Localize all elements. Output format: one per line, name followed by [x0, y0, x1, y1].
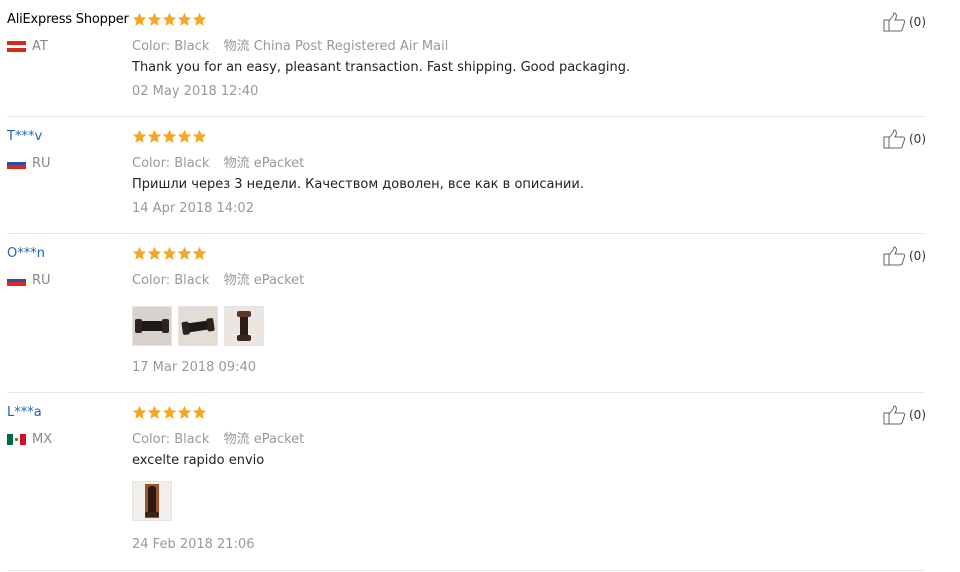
star-icon — [192, 405, 207, 419]
country-code: AT — [32, 38, 48, 54]
reviewer-name: T***v — [7, 129, 43, 144]
star-icon — [147, 246, 162, 260]
russia-flag-icon — [7, 157, 26, 169]
logistics-value: ePacket — [253, 156, 305, 171]
reviewer-country: MX — [7, 431, 53, 447]
helpful-count: (0) — [909, 408, 926, 422]
reviewer-name: O***n — [7, 246, 45, 261]
order-info: Color: Black 物流 China Post Registered Ai… — [132, 35, 448, 54]
review-photos — [132, 481, 172, 521]
star-icon — [177, 129, 192, 143]
star-rating — [132, 246, 207, 261]
color-label: Color: — [132, 432, 171, 447]
country-code: MX — [32, 431, 53, 447]
review-text: excelte rapido envio — [132, 453, 265, 468]
review-item: L***a MX Color: Black 物流 ePacket excelte… — [0, 393, 960, 571]
austria-flag-icon — [7, 40, 26, 52]
review-date: 02 May 2018 12:40 — [132, 84, 259, 99]
star-icon — [162, 129, 177, 143]
review-photo-thumbnail[interactable] — [178, 306, 218, 346]
helpful-count: (0) — [909, 132, 926, 146]
color-value: Black — [174, 156, 210, 171]
star-icon — [177, 405, 192, 419]
color-label: Color: — [132, 273, 171, 288]
order-info: Color: Black 物流 ePacket — [132, 428, 304, 447]
thumbs-up-icon — [883, 12, 906, 32]
review-text: Thank you for an easy, pleasant transact… — [132, 60, 631, 75]
order-info: Color: Black 物流 ePacket — [132, 152, 304, 171]
star-icon — [177, 246, 192, 260]
helpful-count: (0) — [909, 15, 926, 29]
star-icon — [147, 129, 162, 143]
thumbs-up-icon — [883, 405, 906, 425]
reviewer-name: L***a — [7, 405, 42, 420]
color-value: Black — [174, 273, 210, 288]
color-value: Black — [174, 39, 210, 54]
review-date: 24 Feb 2018 21:06 — [132, 537, 255, 552]
star-icon — [147, 405, 162, 419]
color-value: Black — [174, 432, 210, 447]
star-icon — [132, 246, 147, 260]
review-photo-thumbnail[interactable] — [224, 306, 264, 346]
reviewer-country: AT — [7, 38, 48, 54]
logistics-label: 物流 — [223, 273, 250, 288]
reviewer-country: RU — [7, 272, 51, 288]
review-item: T***v RU Color: Black 物流 ePacket Пришли … — [0, 117, 960, 234]
star-icon — [132, 405, 147, 419]
divider — [7, 570, 925, 571]
review-item: AliExpress Shopper AT Color: Black 物流 Ch… — [0, 0, 960, 117]
review-date: 17 Mar 2018 09:40 — [132, 360, 257, 375]
review-photo-thumbnail[interactable] — [132, 481, 172, 521]
star-rating — [132, 405, 207, 420]
thumbs-up-icon — [883, 246, 906, 266]
thumbs-up-icon — [883, 129, 906, 149]
order-info: Color: Black 物流 ePacket — [132, 269, 304, 288]
mexico-flag-icon — [7, 433, 26, 445]
logistics-label: 物流 — [223, 39, 250, 54]
star-icon — [162, 246, 177, 260]
star-icon — [177, 12, 192, 26]
review-photo-thumbnail[interactable] — [132, 306, 172, 346]
helpful-button[interactable]: (0) — [883, 246, 926, 266]
star-icon — [192, 129, 207, 143]
review-text: Пришли через 3 недели. Качеством доволен… — [132, 177, 585, 192]
star-icon — [162, 405, 177, 419]
helpful-button[interactable]: (0) — [883, 405, 926, 425]
logistics-label: 物流 — [223, 156, 250, 171]
logistics-value: ePacket — [253, 273, 305, 288]
star-icon — [192, 246, 207, 260]
helpful-button[interactable]: (0) — [883, 129, 926, 149]
russia-flag-icon — [7, 274, 26, 286]
color-label: Color: — [132, 39, 171, 54]
logistics-label: 物流 — [223, 432, 250, 447]
review-item: O***n RU Color: Black 物流 ePacket 17 Mar … — [0, 234, 960, 393]
logistics-value: China Post Registered Air Mail — [253, 39, 449, 54]
star-icon — [132, 12, 147, 26]
star-rating — [132, 12, 207, 27]
helpful-button[interactable]: (0) — [883, 12, 926, 32]
star-icon — [147, 12, 162, 26]
star-icon — [192, 12, 207, 26]
review-photos — [132, 306, 264, 346]
reviewer-country: RU — [7, 155, 51, 171]
color-label: Color: — [132, 156, 171, 171]
helpful-count: (0) — [909, 249, 926, 263]
star-rating — [132, 129, 207, 144]
logistics-value: ePacket — [253, 432, 305, 447]
star-icon — [132, 129, 147, 143]
review-date: 14 Apr 2018 14:02 — [132, 201, 254, 216]
reviewer-name: AliExpress Shopper — [7, 12, 129, 27]
star-icon — [162, 12, 177, 26]
country-code: RU — [32, 155, 51, 171]
country-code: RU — [32, 272, 51, 288]
